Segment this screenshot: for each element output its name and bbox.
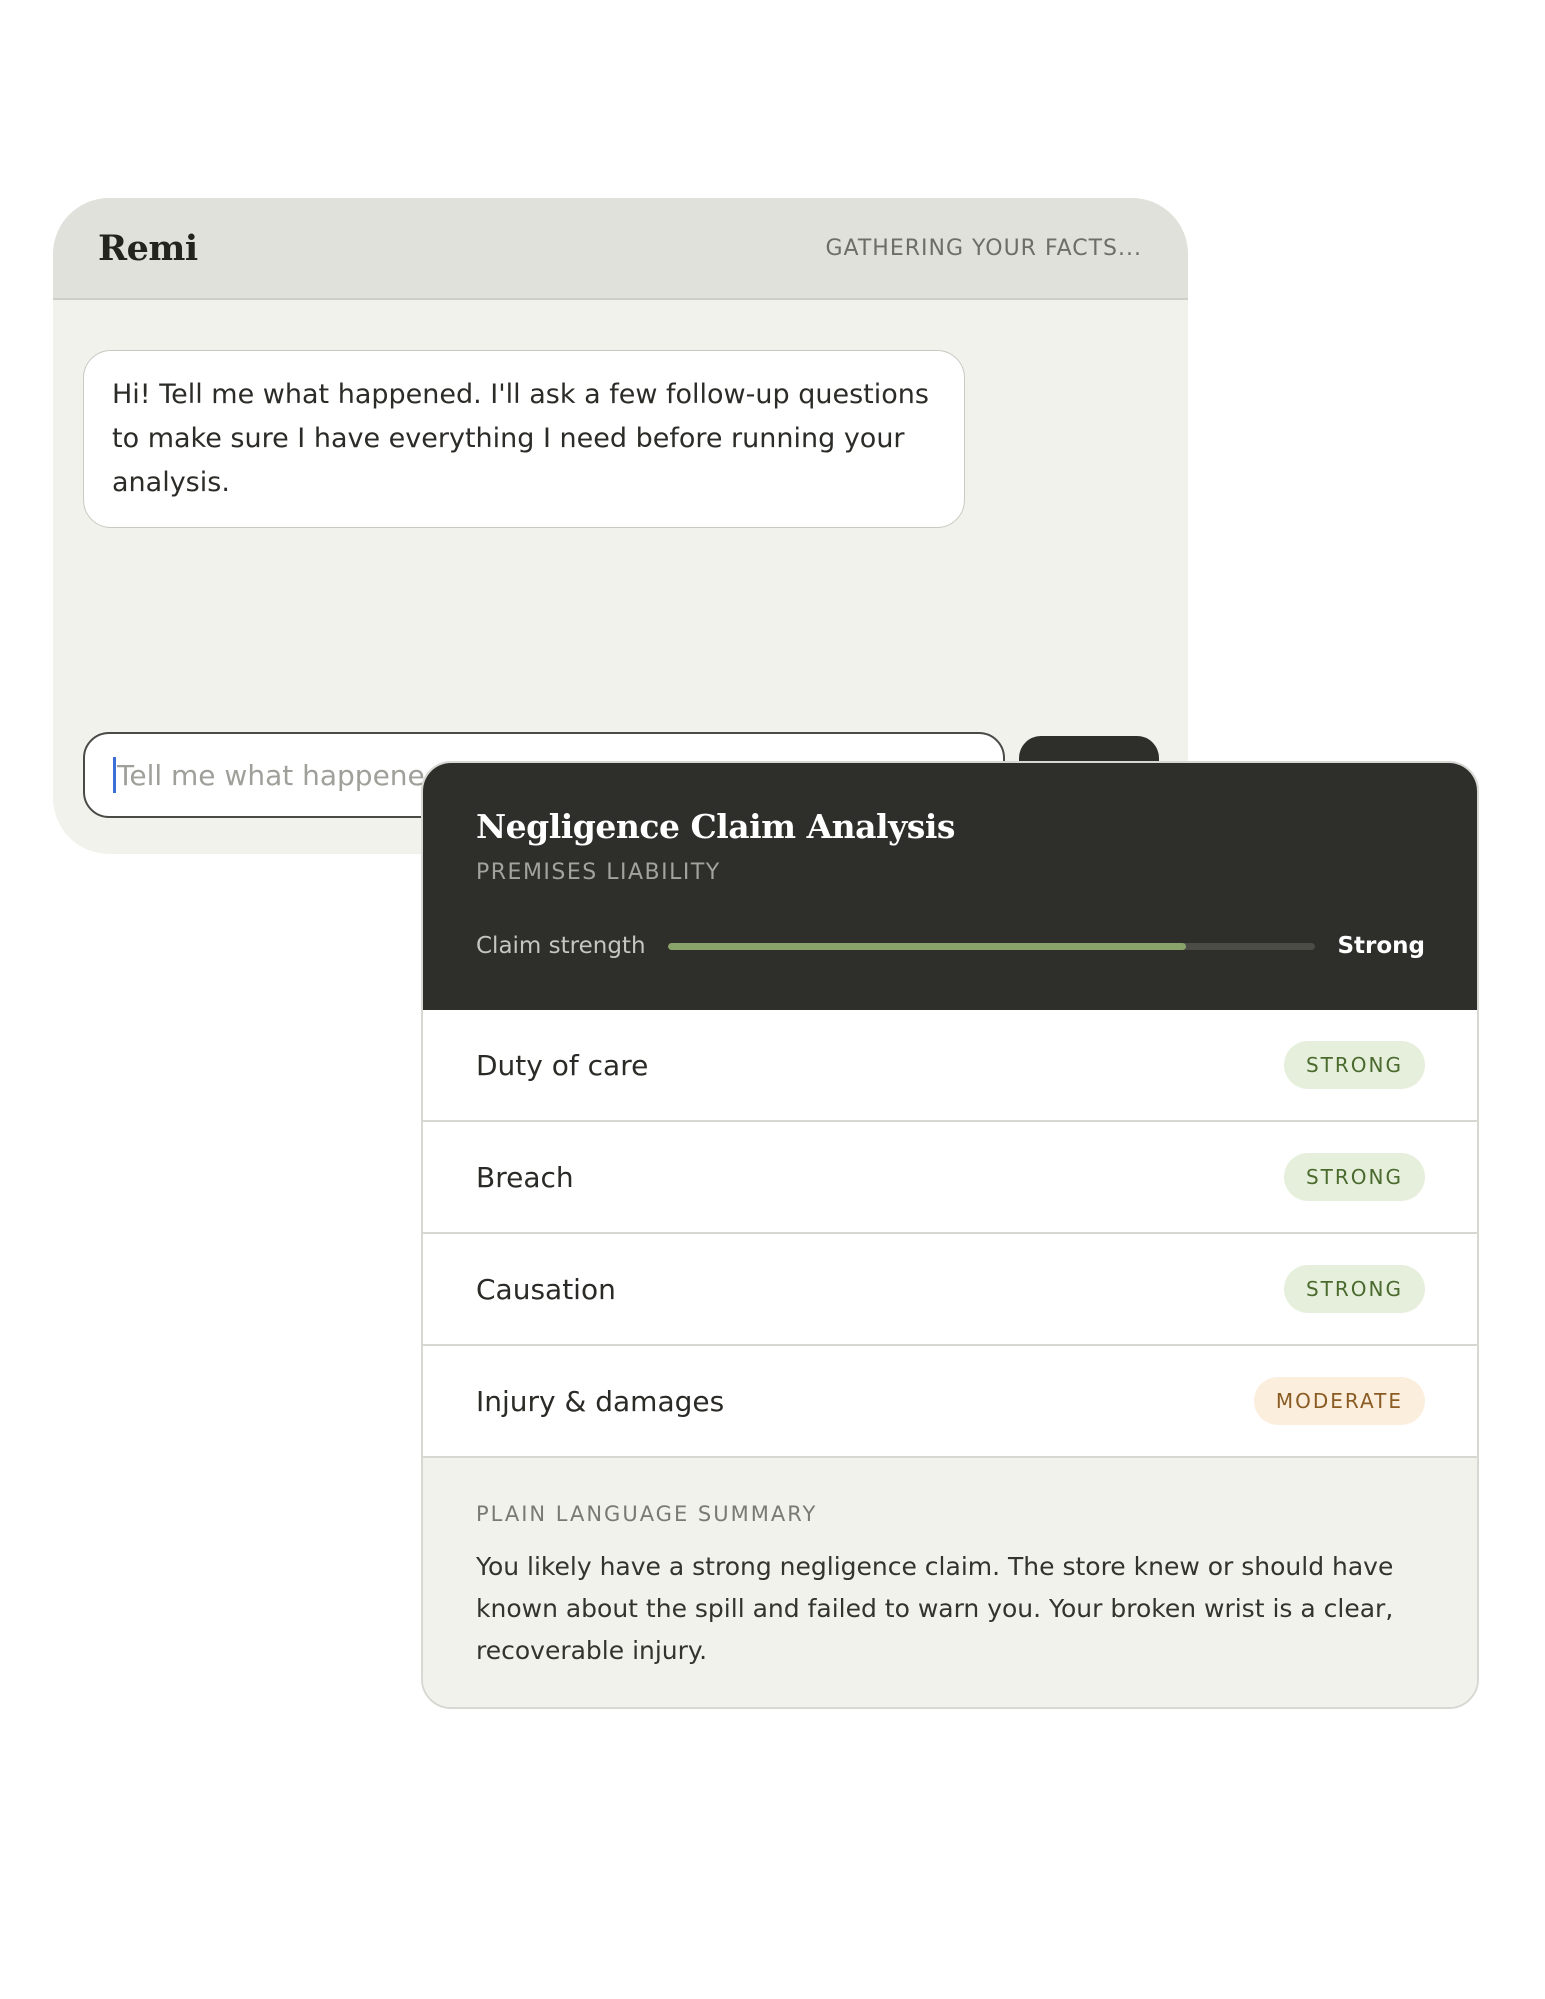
claim-strength: Claim strength Strong	[476, 933, 1425, 959]
rating-badge: STRONG	[1283, 1153, 1425, 1201]
chat-window: Remi GATHERING YOUR FACTS... Hi! Tell me…	[53, 198, 1188, 854]
rating-badge: STRONG	[1283, 1265, 1425, 1313]
rating-badge: MODERATE	[1253, 1377, 1425, 1425]
claim-strength-value: Strong	[1337, 933, 1425, 959]
summary-text: You likely have a strong negligence clai…	[476, 1552, 1394, 1665]
analysis-header: Negligence Claim Analysis PREMISES LIABI…	[423, 763, 1477, 1010]
rating-badge: STRONG	[1283, 1041, 1425, 1089]
element-label: Injury & damages	[476, 1384, 725, 1418]
text-caret	[113, 757, 116, 793]
element-list: Duty of care STRONG Breach STRONG Causat…	[423, 1010, 1477, 1458]
element-row-duty: Duty of care STRONG	[423, 1010, 1477, 1122]
summary-section: PLAIN LANGUAGE SUMMARY You likely have a…	[423, 1458, 1477, 1707]
analysis-title: Negligence Claim Analysis	[476, 807, 955, 846]
element-row-causation: Causation STRONG	[423, 1234, 1477, 1346]
summary-label: PLAIN LANGUAGE SUMMARY	[476, 1502, 818, 1526]
input-placeholder: Tell me what happened	[117, 758, 443, 792]
chat-header: Remi GATHERING YOUR FACTS...	[53, 198, 1188, 300]
brand-logo: Remi	[98, 227, 198, 269]
element-row-breach: Breach STRONG	[423, 1122, 1477, 1234]
analysis-subtitle: PREMISES LIABILITY	[476, 860, 721, 885]
analysis-card: Negligence Claim Analysis PREMISES LIABI…	[421, 761, 1479, 1709]
element-row-injury: Injury & damages MODERATE	[423, 1346, 1477, 1458]
claim-strength-fill	[667, 942, 1186, 950]
status-text: GATHERING YOUR FACTS...	[825, 235, 1142, 261]
element-label: Breach	[476, 1160, 574, 1194]
assistant-message: Hi! Tell me what happened. I'll ask a fe…	[83, 350, 965, 528]
element-label: Duty of care	[476, 1048, 649, 1082]
element-label: Causation	[476, 1272, 616, 1306]
claim-strength-label: Claim strength	[476, 933, 646, 959]
claim-strength-bar	[667, 942, 1316, 950]
